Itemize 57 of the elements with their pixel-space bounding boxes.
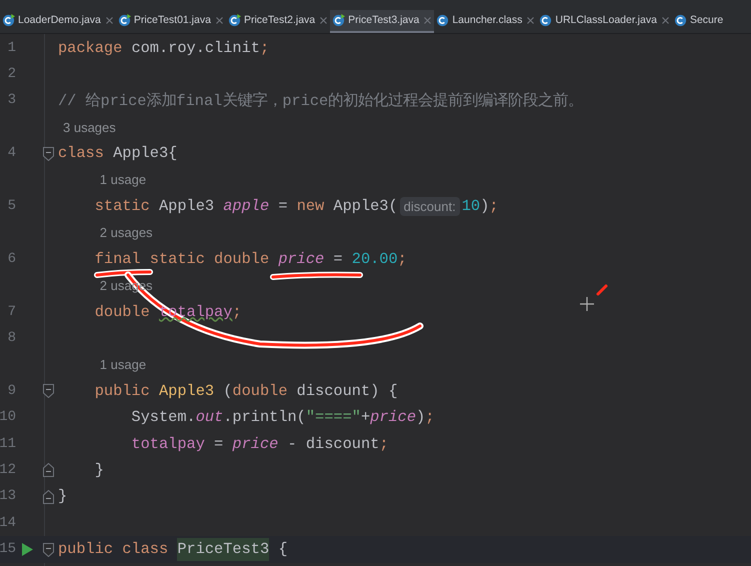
code-line: final static double price = 20.00; xyxy=(94,248,407,270)
tab-label: URLClassLoader.java xyxy=(555,12,657,28)
fold-marker-icon[interactable] xyxy=(42,384,54,398)
parameter-hint: discount: xyxy=(400,196,460,216)
usages-hint[interactable]: 2 usages xyxy=(100,223,153,243)
code-line: public Apple3 (double discount) { xyxy=(94,380,398,402)
usages-hint[interactable]: 1 usage xyxy=(100,355,146,375)
code-line: class Apple3{ xyxy=(58,143,178,164)
crosshair-cursor-icon xyxy=(580,297,594,311)
code-line: } xyxy=(58,486,68,508)
fold-marker-icon[interactable] xyxy=(42,542,54,557)
line-number: 4 xyxy=(6,144,16,164)
line-number: 12 xyxy=(0,460,16,480)
tab-label: Secure xyxy=(690,12,724,28)
code-line: } xyxy=(94,460,104,481)
code-line: // 给price添加final关键字，price的初始化过程会提前到编译阶段之前。 xyxy=(58,90,584,112)
line-number: 14 xyxy=(0,514,16,533)
close-icon[interactable] xyxy=(106,17,113,24)
line-number: 7 xyxy=(6,302,16,322)
line-number: 5 xyxy=(6,197,16,216)
fold-marker-icon[interactable] xyxy=(42,463,54,478)
code-line: package com.roy.clinit; xyxy=(58,38,270,59)
line-number: 11 xyxy=(0,434,16,454)
line-number: 1 xyxy=(6,38,16,58)
line-number: 3 xyxy=(6,91,16,110)
fold-marker-icon[interactable] xyxy=(42,490,54,504)
line-number: 8 xyxy=(6,328,16,348)
close-icon[interactable] xyxy=(216,17,223,24)
close-icon[interactable] xyxy=(320,17,328,24)
line-number: 6 xyxy=(6,250,16,269)
tab-label: PriceTest3.java xyxy=(348,12,420,28)
code-line: totalpay = price - discount; xyxy=(130,434,388,455)
editor-tab[interactable]: Secure xyxy=(672,10,726,33)
close-icon[interactable] xyxy=(527,17,534,24)
tab-label: PriceTest2.java xyxy=(244,12,316,28)
line-number: 13 xyxy=(0,487,16,506)
editor-tab[interactable]: LoaderDemo.java xyxy=(0,10,116,33)
usages-hint[interactable]: 3 usages xyxy=(63,118,116,138)
editor-tab[interactable]: PriceTest01.java xyxy=(116,10,226,33)
tab-label: Launcher.class xyxy=(452,12,522,28)
editor-tab[interactable]: PriceTest2.java xyxy=(226,10,330,33)
code-line: public class PriceTest3 { xyxy=(58,538,288,562)
close-icon[interactable] xyxy=(662,17,669,24)
usages-hint[interactable]: 1 usage xyxy=(100,170,146,190)
editor-tab[interactable]: PriceTest3.java xyxy=(330,10,434,33)
run-icon[interactable] xyxy=(22,543,32,556)
tab-label: LoaderDemo.java xyxy=(18,12,101,28)
code-line: System.out.println("===="+price); xyxy=(130,407,434,428)
tab-label: PriceTest01.java xyxy=(134,12,211,28)
line-number: 15 xyxy=(0,540,16,560)
fold-marker-icon[interactable] xyxy=(42,146,54,161)
line-number: 9 xyxy=(6,382,16,401)
editor-tab[interactable]: URLClassLoader.java xyxy=(537,10,672,33)
code-line: static Apple3 apple = new Apple3( discount: 10); xyxy=(94,196,498,218)
line-number: 2 xyxy=(6,65,16,84)
line-number: 10 xyxy=(0,408,16,428)
editor-tab[interactable]: Launcher.class xyxy=(434,10,538,33)
